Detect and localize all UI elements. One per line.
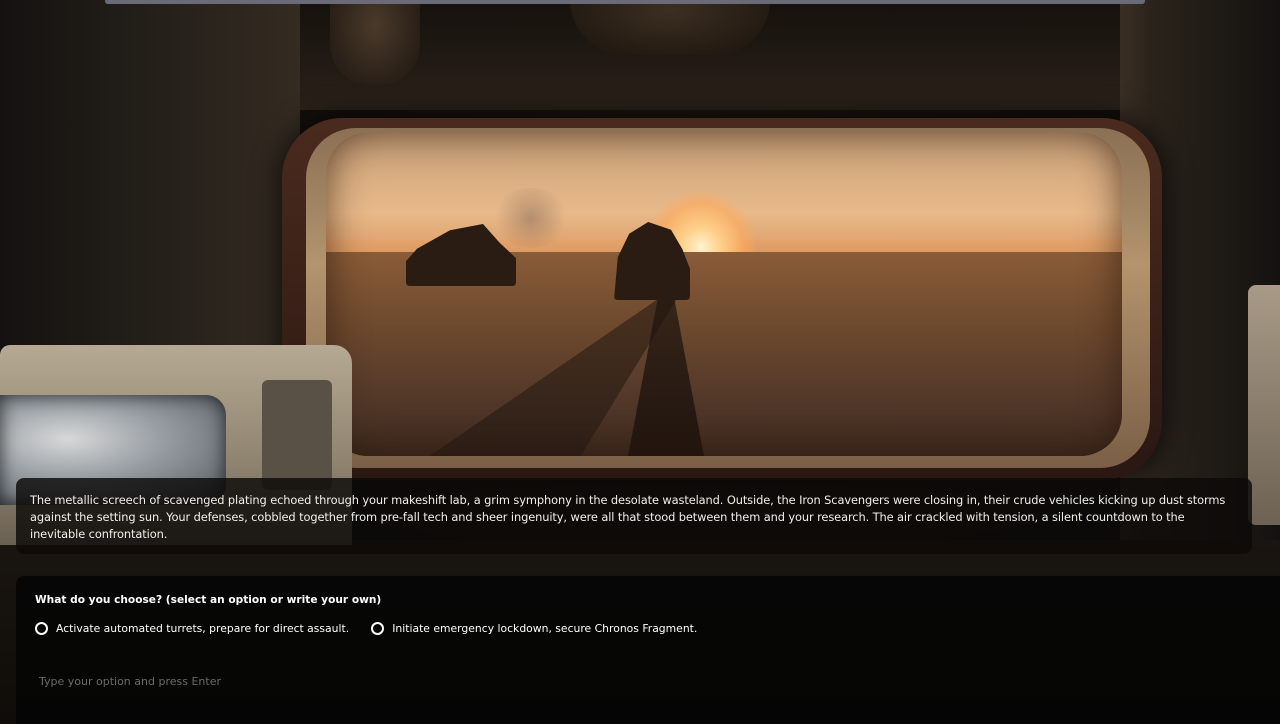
choice-option-turrets[interactable]: Activate automated turrets, prepare for … bbox=[35, 622, 349, 635]
narrative-panel: The metallic screech of scavenged platin… bbox=[16, 478, 1252, 554]
right-device bbox=[1248, 285, 1280, 525]
choice-option-lockdown[interactable]: Initiate emergency lockdown, secure Chro… bbox=[371, 622, 697, 635]
choice-option-label: Activate automated turrets, prepare for … bbox=[56, 622, 350, 635]
choice-panel: What do you choose? (select an option or… bbox=[16, 576, 1280, 724]
custom-option-input[interactable] bbox=[35, 668, 943, 694]
choice-option-label: Initiate emergency lockdown, secure Chro… bbox=[392, 622, 698, 635]
window-vignette bbox=[326, 132, 1122, 456]
desert-window bbox=[326, 132, 1122, 456]
hanging-debris bbox=[330, 0, 420, 85]
hanging-debris bbox=[570, 0, 770, 55]
radio-button[interactable] bbox=[371, 622, 385, 635]
tv-knob-panel bbox=[262, 380, 332, 490]
choice-prompt: What do you choose? (select an option or… bbox=[35, 594, 382, 606]
choice-options: Activate automated turrets, prepare for … bbox=[35, 622, 1280, 635]
top-strip bbox=[105, 0, 1145, 4]
radio-button[interactable] bbox=[35, 622, 48, 635]
narrative-text: The metallic screech of scavenged platin… bbox=[30, 493, 1226, 541]
